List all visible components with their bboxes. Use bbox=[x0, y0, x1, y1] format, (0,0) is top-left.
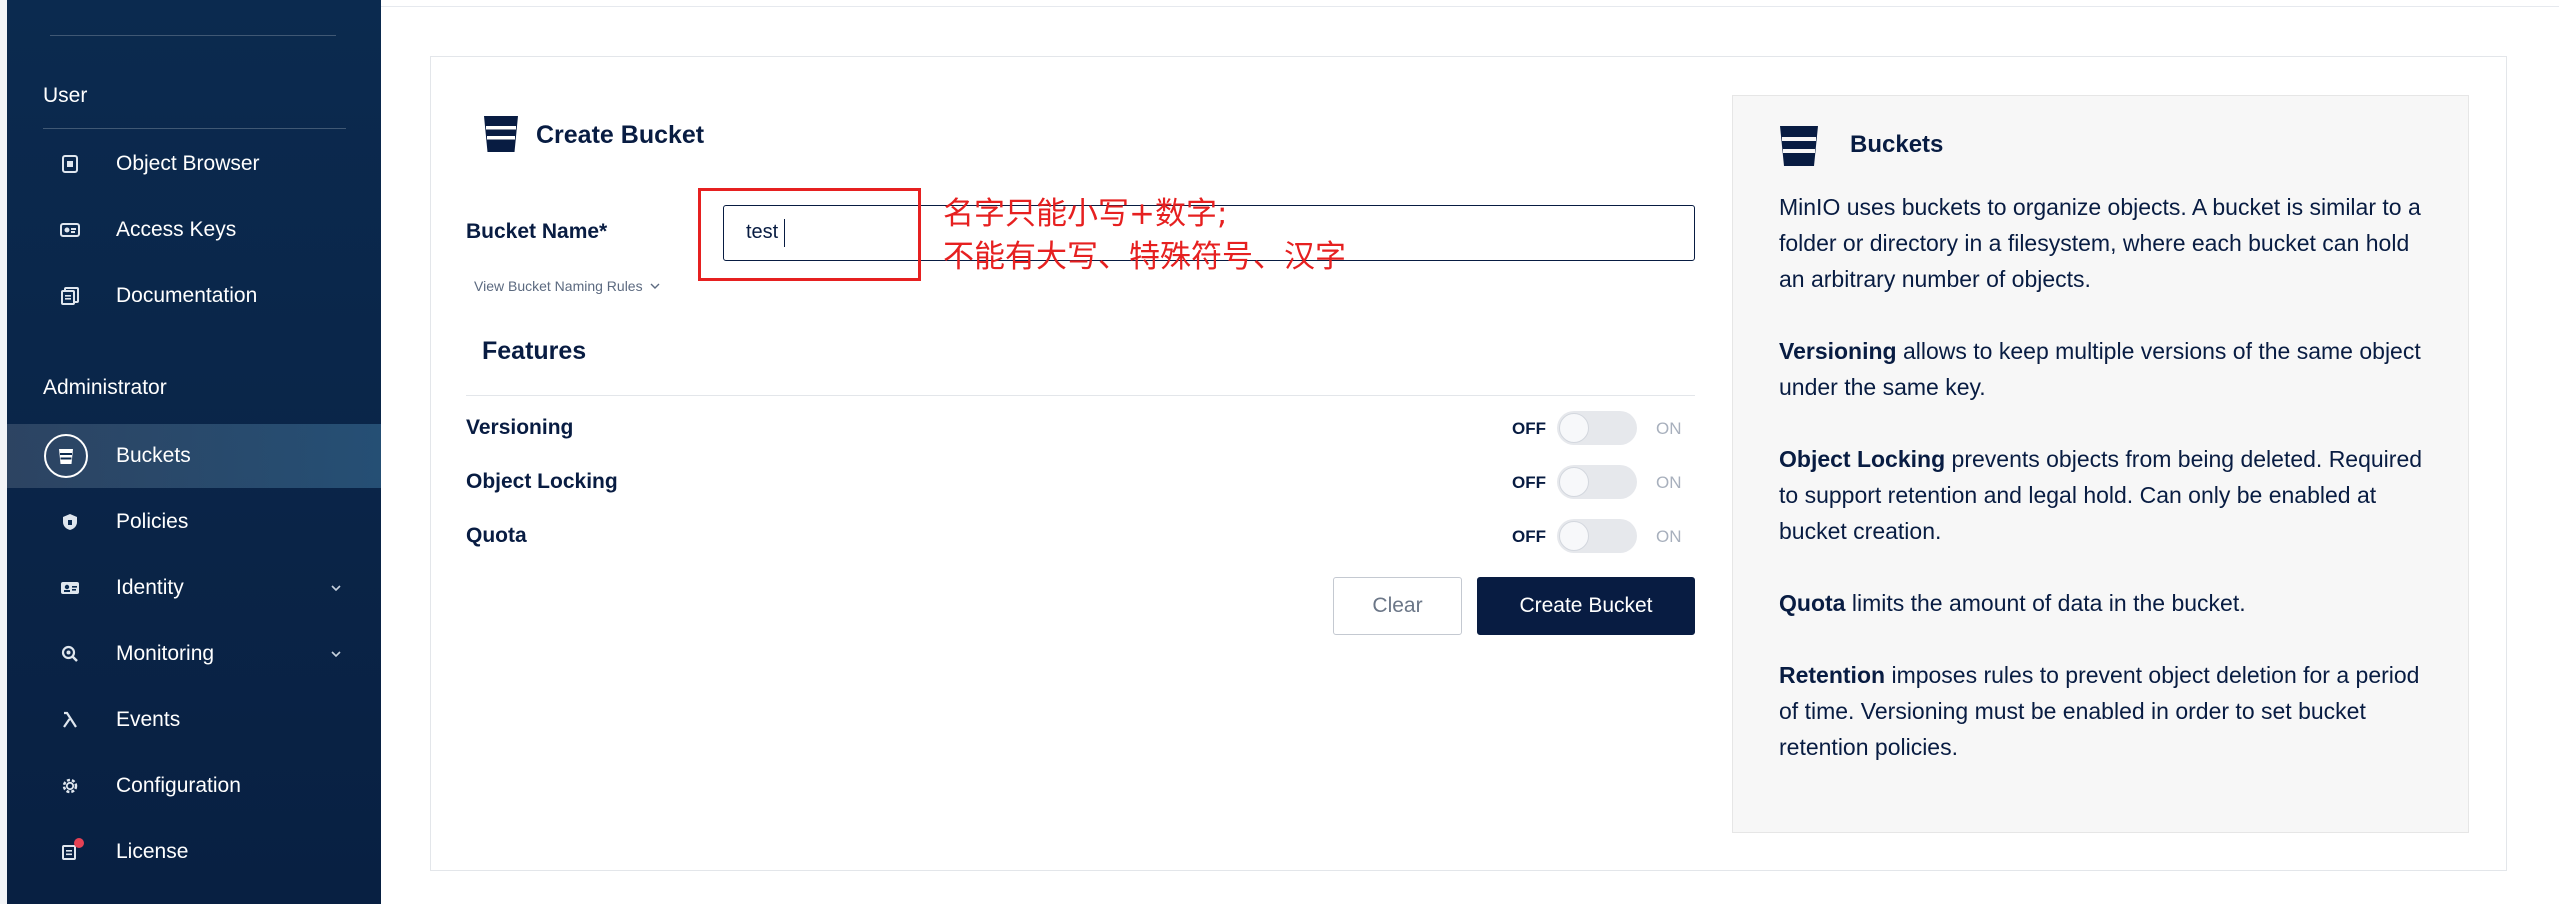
sidebar-item-configuration[interactable]: Configuration bbox=[7, 754, 381, 818]
feature-row-versioning: Versioning OFF ON bbox=[466, 408, 1695, 448]
sidebar-item-label: License bbox=[116, 840, 189, 863]
sidebar-item-policies[interactable]: Policies bbox=[7, 490, 381, 554]
bucket-icon bbox=[482, 114, 520, 159]
annotation-box bbox=[698, 188, 921, 281]
quota-toggle[interactable] bbox=[1557, 519, 1637, 553]
versioning-toggle[interactable] bbox=[1557, 411, 1637, 445]
feature-label: Versioning bbox=[466, 416, 574, 439]
sidebar-item-license[interactable]: License bbox=[7, 820, 381, 884]
toggle-on-label: ON bbox=[1656, 419, 1682, 438]
help-term: Retention bbox=[1779, 662, 1886, 688]
naming-rules-label: View Bucket Naming Rules bbox=[474, 278, 643, 294]
sidebar-item-label: Policies bbox=[116, 510, 189, 533]
sidebar-item-buckets[interactable]: Buckets bbox=[7, 424, 381, 488]
annotation-text-line1: 名字只能小写+数字; bbox=[943, 196, 1228, 232]
sidebar-item-label: Configuration bbox=[116, 774, 241, 797]
sidebar-item-identity[interactable]: Identity bbox=[7, 556, 381, 620]
notification-badge bbox=[74, 838, 84, 848]
sidebar-item-label: Identity bbox=[116, 576, 184, 599]
bucket-icon bbox=[44, 434, 88, 478]
sidebar-edge bbox=[0, 0, 7, 904]
sidebar-divider bbox=[50, 35, 336, 36]
lambda-icon bbox=[57, 707, 83, 733]
sidebar-item-access-keys[interactable]: Access Keys bbox=[7, 198, 381, 262]
view-naming-rules-link[interactable]: View Bucket Naming Rules bbox=[474, 278, 661, 294]
sidebar-item-label: Buckets bbox=[116, 444, 191, 467]
chevron-down-icon bbox=[650, 283, 660, 289]
feature-row-quota: Quota OFF ON bbox=[466, 516, 1695, 556]
policies-icon bbox=[57, 509, 83, 535]
documentation-icon bbox=[57, 283, 83, 309]
sidebar-item-label: Documentation bbox=[116, 284, 258, 307]
sidebar-item-object-browser[interactable]: Object Browser bbox=[7, 132, 381, 196]
bucket-name-label: Bucket Name* bbox=[466, 220, 608, 243]
sidebar: User Object Browser Access Keys Document… bbox=[0, 0, 381, 904]
toggle-off-label: OFF bbox=[1512, 473, 1546, 492]
sidebar-divider bbox=[43, 128, 346, 129]
toggle-knob bbox=[1559, 413, 1589, 443]
help-intro: MinIO uses buckets to organize objects. … bbox=[1779, 194, 2421, 292]
chevron-down-icon[interactable] bbox=[329, 581, 343, 595]
feature-label: Quota bbox=[466, 524, 527, 547]
annotation-text-line2: 不能有大写、特殊符号、汉字 bbox=[943, 239, 1346, 275]
help-retention: Retention imposes rules to prevent objec… bbox=[1779, 657, 2439, 765]
gear-icon bbox=[57, 773, 83, 799]
monitoring-icon bbox=[57, 641, 83, 667]
help-term: Object Locking bbox=[1779, 446, 1946, 472]
help-versioning: Versioning allows to keep multiple versi… bbox=[1779, 333, 2439, 405]
sidebar-item-monitoring[interactable]: Monitoring bbox=[7, 622, 381, 686]
help-quota: Quota limits the amount of data in the b… bbox=[1779, 585, 2439, 621]
chevron-down-icon[interactable] bbox=[329, 647, 343, 661]
header-divider bbox=[381, 6, 2559, 7]
bucket-icon bbox=[1778, 124, 1820, 173]
sidebar-item-events[interactable]: Events bbox=[7, 688, 381, 752]
sidebar-item-label: Object Browser bbox=[116, 152, 260, 175]
sidebar-item-documentation[interactable]: Documentation bbox=[7, 264, 381, 328]
access-keys-icon bbox=[57, 217, 83, 243]
object-locking-toggle[interactable] bbox=[1557, 465, 1637, 499]
toggle-knob bbox=[1559, 521, 1589, 551]
sidebar-item-label: Monitoring bbox=[116, 642, 215, 665]
sidebar-section-administrator: Administrator bbox=[43, 376, 167, 399]
feature-label: Object Locking bbox=[466, 470, 618, 493]
sidebar-item-label: Access Keys bbox=[116, 218, 237, 241]
toggle-off-label: OFF bbox=[1512, 419, 1546, 438]
identity-icon bbox=[57, 575, 83, 601]
help-title: Buckets bbox=[1850, 131, 1944, 158]
toggle-off-label: OFF bbox=[1512, 527, 1546, 546]
sidebar-item-label: Events bbox=[116, 708, 181, 731]
help-object-locking: Object Locking prevents objects from bei… bbox=[1779, 441, 2439, 549]
help-term: Quota bbox=[1779, 590, 1846, 616]
feature-row-object-locking: Object Locking OFF ON bbox=[466, 462, 1695, 502]
clear-button[interactable]: Clear bbox=[1333, 577, 1462, 635]
help-term: Versioning bbox=[1779, 338, 1897, 364]
features-title: Features bbox=[482, 337, 587, 365]
help-text: limits the amount of data in the bucket. bbox=[1845, 590, 2246, 616]
sidebar-section-user: User bbox=[43, 84, 88, 107]
toggle-on-label: ON bbox=[1656, 473, 1682, 492]
toggle-on-label: ON bbox=[1656, 527, 1682, 546]
object-browser-icon bbox=[57, 151, 83, 177]
create-bucket-button[interactable]: Create Bucket bbox=[1477, 577, 1695, 635]
page-title: Create Bucket bbox=[536, 121, 705, 149]
features-divider bbox=[466, 395, 1695, 396]
toggle-knob bbox=[1559, 467, 1589, 497]
